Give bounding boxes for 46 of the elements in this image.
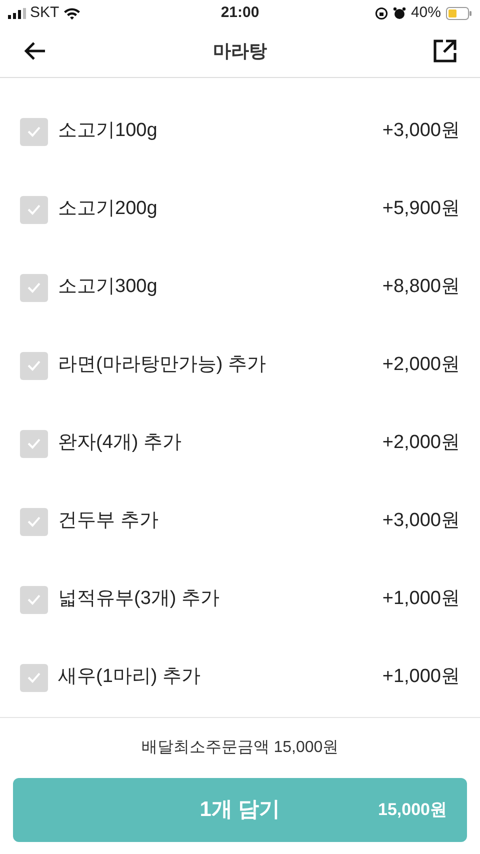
check-icon (27, 438, 41, 450)
check-icon (27, 360, 41, 372)
option-price: +5,900원 (382, 197, 460, 222)
option-checkbox[interactable] (20, 196, 48, 224)
carrier-name: SKT (30, 2, 60, 23)
option-price: +2,000원 (382, 431, 460, 456)
option-label: 소고기200g (58, 197, 158, 222)
option-label: 새우(1마리) 추가 (58, 665, 202, 690)
option-label: 소고기300g (58, 275, 158, 300)
option-checkbox[interactable] (20, 586, 48, 614)
option-label: 완자(4개) 추가 (58, 431, 182, 456)
option-price: +3,000원 (382, 119, 460, 144)
alarm-icon (392, 6, 406, 20)
option-checkbox[interactable] (20, 274, 48, 302)
page-title: 마라탕 (213, 40, 267, 63)
rotation-lock-icon (374, 6, 388, 20)
add-to-cart-button[interactable]: 1개 담기 15,000원 (13, 778, 467, 842)
minimum-order-text: 배달최소주문금액 15,000원 (141, 738, 339, 758)
battery-icon (446, 6, 472, 20)
share-icon (433, 39, 457, 64)
option-label: 넓적유부(3개) 추가 (58, 587, 220, 612)
option-label: 라면(마라탕만가능) 추가 (58, 353, 267, 378)
back-arrow-icon (23, 41, 47, 62)
check-icon (27, 516, 41, 528)
option-price: +2,000원 (382, 353, 460, 378)
option-price: +1,000원 (382, 587, 460, 612)
option-checkbox[interactable] (20, 508, 48, 536)
option-checkbox[interactable] (20, 352, 48, 380)
check-icon (27, 282, 41, 294)
option-price: +3,000원 (382, 509, 460, 534)
check-icon (27, 204, 41, 216)
option-checkbox[interactable] (20, 664, 48, 692)
status-time: 21:00 (220, 2, 260, 23)
wifi-icon (63, 6, 82, 20)
option-checkbox[interactable] (20, 118, 48, 146)
option-label: 소고기100g (58, 119, 158, 144)
option-price: +1,000원 (382, 665, 460, 690)
signal-icon (8, 8, 26, 19)
button-price: 15,000원 (378, 799, 447, 822)
check-icon (27, 594, 41, 606)
check-icon (27, 672, 41, 684)
option-checkbox[interactable] (20, 430, 48, 458)
option-price: +8,800원 (382, 275, 460, 300)
check-icon (27, 126, 41, 138)
battery-percent: 40% (410, 2, 441, 23)
option-label: 건두부 추가 (58, 509, 160, 534)
